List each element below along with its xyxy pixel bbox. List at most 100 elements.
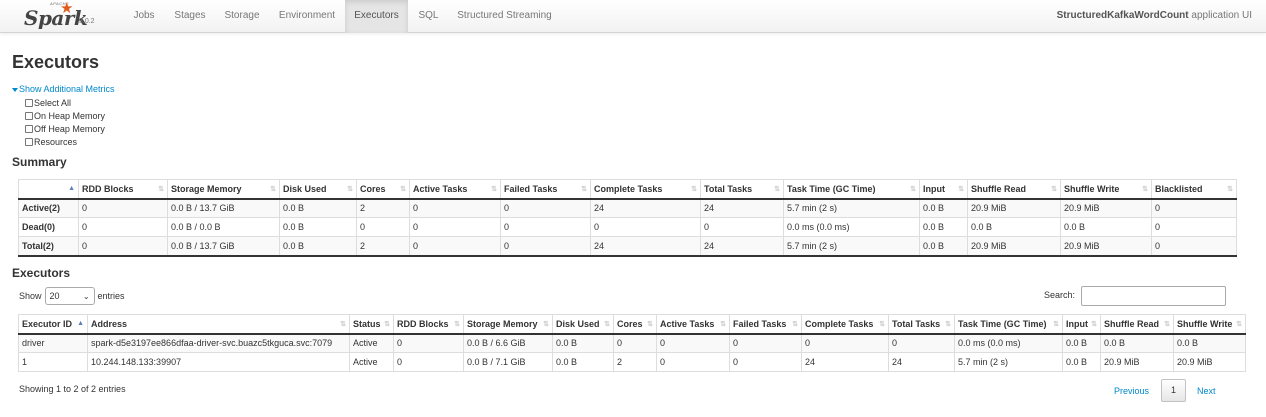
- table-cell: 0.0 ms (0.0 ms): [783, 217, 920, 237]
- column-header-total-tasks[interactable]: Total Tasks ⇅: [700, 179, 784, 200]
- search-input[interactable]: [1081, 286, 1226, 306]
- column-header-label: Executor ID: [22, 318, 73, 329]
- column-header-failed-tasks[interactable]: Failed Tasks ⇅: [500, 179, 591, 200]
- table-cell: 24: [590, 236, 701, 257]
- sort-arrow-icon: ⇅: [543, 321, 549, 328]
- table-cell: 0.0 B: [1062, 333, 1101, 353]
- sort-arrow-icon: ⇅: [792, 321, 798, 328]
- show-additional-metrics-label: Show Additional Metrics: [19, 84, 115, 94]
- column-header-storage-memory[interactable]: Storage Memory ⇅: [167, 179, 280, 200]
- previous-page-button[interactable]: Previous: [1114, 386, 1149, 396]
- sort-arrow-icon: ⇅: [691, 186, 697, 193]
- column-header-label: Storage Memory: [171, 183, 242, 194]
- column-header-label: RDD Blocks: [397, 318, 449, 329]
- tab-structured-streaming[interactable]: Structured Streaming: [449, 0, 560, 33]
- table-cell: 0.0 B: [1062, 352, 1101, 372]
- table-cell: 0: [500, 198, 591, 218]
- column-header-task-time-gc-time[interactable]: Task Time (GC Time) ⇅: [954, 314, 1063, 335]
- table-cell: 24: [700, 198, 784, 218]
- sort-arrow-icon: ⇅: [1142, 186, 1148, 193]
- column-header-label: Input: [1066, 318, 1088, 329]
- table-cell: 20.9 MiB: [1060, 198, 1152, 218]
- column-header-shuffle-read[interactable]: Shuffle Read ⇅: [967, 179, 1061, 200]
- column-header-complete-tasks[interactable]: Complete Tasks ⇅: [590, 179, 701, 200]
- tab-environment[interactable]: Environment: [268, 0, 346, 33]
- column-header-cores[interactable]: Cores ⇅: [356, 179, 410, 200]
- off-heap-memory-checkbox[interactable]: [25, 125, 33, 133]
- tab-jobs[interactable]: Jobs: [124, 0, 164, 33]
- tab-stages[interactable]: Stages: [164, 0, 216, 33]
- select-all-checkbox[interactable]: [25, 99, 33, 107]
- table-cell: 0.0 B: [919, 236, 968, 257]
- metric-option-select-all[interactable]: Select All: [25, 97, 71, 109]
- table-cell: 0.0 B: [1100, 333, 1174, 353]
- table-cell: 0: [78, 198, 168, 218]
- table-cell: 0: [356, 217, 410, 237]
- column-header-label: Shuffle Read: [1104, 318, 1160, 329]
- sort-arrow-icon: ▲: [77, 320, 84, 327]
- column-header-disk-used[interactable]: Disk Used ⇅: [552, 314, 614, 335]
- navbar: APACHE ★ Spark 3.0.2 Jobs Stages Storage En…: [0, 0, 1266, 33]
- column-header-rdd-blocks[interactable]: RDD Blocks ⇅: [78, 179, 168, 200]
- table-cell: 0: [409, 198, 501, 218]
- column-header-disk-used[interactable]: Disk Used ⇅: [279, 179, 357, 200]
- column-header-task-time-gc-time[interactable]: Task Time (GC Time) ⇅: [783, 179, 920, 200]
- summary-title: Summary: [12, 155, 67, 169]
- column-header-blacklisted[interactable]: Blacklisted ⇅: [1151, 179, 1237, 200]
- metric-option-off-heap[interactable]: Off Heap Memory: [25, 123, 105, 135]
- column-header-shuffle-write[interactable]: Shuffle Write ⇅: [1173, 314, 1246, 335]
- select-all-label: Select All: [34, 98, 72, 108]
- metric-option-on-heap[interactable]: On Heap Memory: [25, 110, 105, 122]
- column-header-executor-id[interactable]: Executor ID ▲: [18, 314, 88, 335]
- sort-arrow-icon: ⇅: [647, 321, 653, 328]
- column-header-active-tasks[interactable]: Active Tasks ⇅: [656, 314, 730, 335]
- column-header-input[interactable]: Input ⇅: [919, 179, 968, 200]
- column-header-complete-tasks[interactable]: Complete Tasks ⇅: [801, 314, 889, 335]
- page-size-select[interactable]: 20 ⌄: [44, 287, 95, 305]
- table-cell: 24: [590, 198, 701, 218]
- column-header-address[interactable]: Address ⇅: [87, 314, 350, 335]
- show-additional-metrics-toggle[interactable]: Show Additional Metrics: [12, 84, 115, 94]
- column-header-input[interactable]: Input ⇅: [1062, 314, 1101, 335]
- table-cell: 2: [356, 236, 410, 257]
- table-cell: 0.0 B: [919, 217, 968, 237]
- table-cell: driver: [18, 333, 88, 353]
- sort-arrow-icon: ⇅: [1053, 321, 1059, 328]
- column-header-label: Failed Tasks: [733, 318, 787, 329]
- table-cell: 0: [590, 217, 701, 237]
- spark-logo[interactable]: APACHE ★ Spark 3.0.2: [24, 0, 104, 32]
- column-header-shuffle-read[interactable]: Shuffle Read ⇅: [1100, 314, 1174, 335]
- sort-arrow-icon: ⇅: [958, 186, 964, 193]
- column-header-label: Active Tasks: [660, 318, 715, 329]
- on-heap-memory-checkbox[interactable]: [25, 112, 33, 120]
- tab-storage[interactable]: Storage: [216, 0, 268, 33]
- table-cell: Dead(0): [18, 217, 79, 237]
- column-header-active-tasks[interactable]: Active Tasks ⇅: [409, 179, 501, 200]
- column-header-storage-memory[interactable]: Storage Memory ⇅: [463, 314, 553, 335]
- sort-arrow-icon: ⇅: [270, 186, 276, 193]
- page-button-1[interactable]: 1: [1161, 379, 1186, 402]
- tab-executors[interactable]: Executors: [345, 0, 408, 33]
- next-page-button[interactable]: Next: [1197, 386, 1216, 396]
- executors-title: Executors: [12, 266, 71, 280]
- column-header-label: Address: [91, 318, 128, 329]
- column-header-label: Disk Used: [556, 318, 600, 329]
- search-label: Search:: [1044, 290, 1076, 300]
- resources-checkbox[interactable]: [25, 138, 33, 146]
- table-cell: 0.0 B / 7.1 GiB: [463, 352, 553, 372]
- column-header-label[interactable]: ▲: [18, 179, 79, 200]
- sort-arrow-icon: ⇅: [454, 321, 460, 328]
- column-header-cores[interactable]: Cores ⇅: [613, 314, 657, 335]
- table-cell: 0: [656, 352, 730, 372]
- metric-option-resources[interactable]: Resources: [25, 136, 77, 148]
- column-header-shuffle-write[interactable]: Shuffle Write ⇅: [1060, 179, 1152, 200]
- column-header-failed-tasks[interactable]: Failed Tasks ⇅: [729, 314, 802, 335]
- sort-arrow-icon: ⇅: [384, 321, 390, 328]
- logo-spark-text: Spark: [24, 6, 88, 30]
- tab-sql[interactable]: SQL: [408, 0, 449, 33]
- sort-arrow-icon: ⇅: [945, 321, 951, 328]
- column-header-status[interactable]: Status ⇅: [349, 314, 394, 335]
- column-header-total-tasks[interactable]: Total Tasks ⇅: [888, 314, 955, 335]
- column-header-rdd-blocks[interactable]: RDD Blocks ⇅: [393, 314, 464, 335]
- sort-arrow-icon: ⇅: [340, 321, 346, 328]
